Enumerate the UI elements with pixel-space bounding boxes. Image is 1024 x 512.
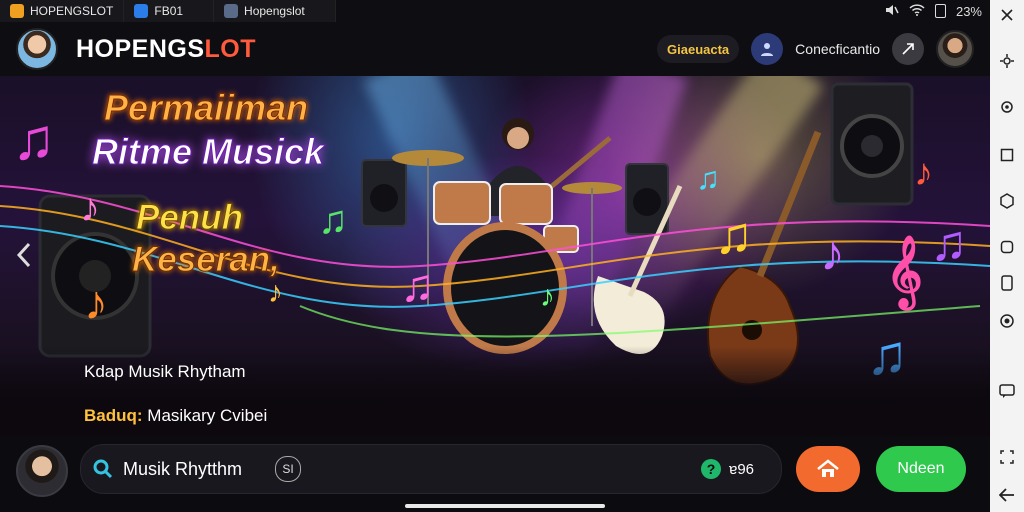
header-actions: Giaeuacta Conecficantio [657,30,974,68]
window-tab-bar: HOPENGSLOT FB01 Hopengslot [0,0,990,22]
music-note-icon: ♫ [400,259,435,311]
banner-label: Baduq: Masikary Cvibei [84,406,267,426]
home-icon [817,459,839,477]
search-icon [93,459,113,479]
help-badge[interactable]: ? ɐ96 [701,459,754,479]
connect-link[interactable]: Conecficantio [795,41,880,57]
tab-hopengslot[interactable]: HOPENGSLOT [0,0,125,22]
share-button[interactable] [892,33,924,65]
headline-line-2: Ritme Musick [91,131,325,172]
app-icon [224,4,239,18]
music-note-icon: ♫ [12,107,56,172]
music-note-icon: 𝄞 [886,237,923,306]
home-button[interactable] [796,446,860,492]
user-icon [761,43,774,56]
tab-label: HOPENGSLOT [30,4,114,18]
tab-hopengslot-2[interactable]: Hopengslot [214,0,336,22]
gear-icon[interactable] [998,98,1016,116]
music-note-icon: ♫ [696,160,720,196]
mute-icon [885,4,899,19]
brand-logo[interactable]: HOPENGSLOT [76,35,256,64]
chat-icon[interactable] [998,382,1016,400]
hexagon-icon[interactable] [998,192,1016,210]
music-note-icon: ♫ [318,198,348,242]
app-icon [134,4,149,18]
primary-action-button[interactable]: Ndeen [876,446,966,492]
app-header: HOPENGSLOT Giaeuacta Conecficantio [0,22,990,76]
profile-button[interactable] [751,33,784,65]
brand-prefix: HOPENGS [76,34,205,63]
headline-line-3: Penuh [136,198,244,237]
settings-icon[interactable] [998,52,1016,70]
app-icon [10,4,24,18]
banner-label-key: Baduq: [84,406,143,425]
battery-level: 23% [955,3,982,19]
tab-label: FB01 [154,4,184,18]
tablet-icon[interactable] [998,274,1016,292]
hero-banner[interactable]: ♫ ♪ ♪ ♫ ♪ ♫ ♪ ♫ ♫ ♪ 𝄞 ♪ ♫ ♫ Permaiiman R… [0,76,990,436]
help-text: ɐ96 [729,460,755,478]
music-note-icon: ♪ [80,186,100,230]
user-avatar[interactable] [936,30,974,68]
music-note-icon: ♪ [820,225,845,281]
carousel-prev-button[interactable] [10,240,38,270]
rounded-square-icon[interactable] [998,238,1016,256]
music-note-icon: ♫ [930,215,968,271]
multi-instance-icon[interactable] [998,448,1016,466]
music-note-icon: ♪ [914,152,933,194]
tab-fb01[interactable]: FB01 [124,0,215,22]
search-chip[interactable]: SI [275,456,301,482]
headline-line-4: Keseran, [132,240,281,279]
battery-icon [934,4,946,18]
music-note-icon: ♪ [84,277,108,330]
avatar[interactable] [16,28,58,70]
search-input[interactable]: Musik Rhytthm [123,459,242,480]
music-note-icon: ♫ [714,207,753,265]
close-icon[interactable] [998,6,1016,24]
brand-suffix: LOT [204,34,257,63]
banner-label-value: Masikary Cvibei [147,406,268,425]
bottom-bar: Musik Rhytthm SI ? ɐ96 Ndeen [0,436,990,512]
wifi-icon [909,3,925,19]
avatar[interactable] [16,445,68,497]
tab-label: Hopengslot [244,4,305,18]
gesture-handle[interactable] [405,504,605,508]
headline-line-1: Permaiiman [103,87,309,128]
camera-icon[interactable] [998,312,1016,330]
search-bar[interactable]: Musik Rhytthm SI ? ɐ96 [80,444,782,494]
share-icon [902,43,914,55]
music-note-icon: ♪ [268,276,283,309]
emulator-toolbar [990,0,1024,512]
help-icon: ? [701,459,721,479]
chevron-left-icon [16,242,31,268]
music-note-icon: ♪ [540,280,555,313]
back-arrow-icon[interactable] [998,486,1016,504]
banner-subtitle: Kdap Musik Rhytham [84,362,246,381]
square-icon[interactable] [998,146,1016,164]
status-bar: 23% [885,0,982,22]
promo-pill[interactable]: Giaeuacta [657,35,740,63]
